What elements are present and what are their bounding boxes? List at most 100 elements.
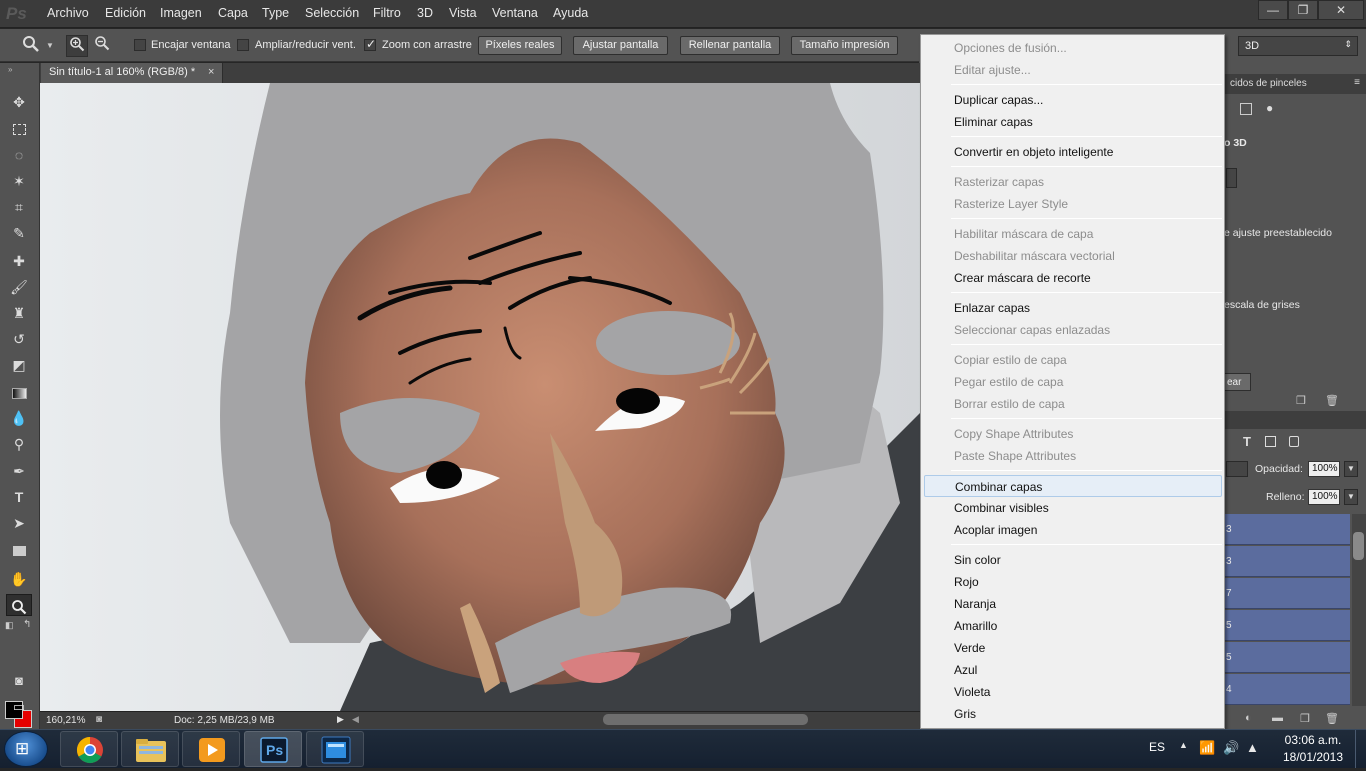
blend-mode-select[interactable] xyxy=(1226,461,1248,477)
preset-dropdown-arrow-icon[interactable]: ▼ xyxy=(46,41,54,50)
eraser-tool-icon[interactable]: ◩ xyxy=(6,354,32,376)
type-filter-icon[interactable]: T xyxy=(1243,434,1251,449)
layers-scrollbar-thumb[interactable] xyxy=(1353,532,1364,560)
menu-imagen[interactable]: Imagen xyxy=(160,6,202,20)
taskbar-app-button[interactable] xyxy=(306,731,364,767)
menu-capa[interactable]: Capa xyxy=(218,6,248,20)
taskbar-explorer-button[interactable] xyxy=(121,731,179,767)
menu-item-rojo[interactable]: Rojo xyxy=(921,571,1224,593)
layer-row[interactable]: 7 xyxy=(1224,578,1350,609)
menu-item-verde[interactable]: Verde xyxy=(921,637,1224,659)
menu-item-acoplar-imagen[interactable]: Acoplar imagen xyxy=(921,519,1224,541)
pixeles-reales-button[interactable]: Píxeles reales xyxy=(478,36,562,55)
taskbar-media-player-button[interactable] xyxy=(182,731,240,767)
collapse-toolbox-icon[interactable]: » xyxy=(8,65,12,74)
quick-mask-icon[interactable]: ◙ xyxy=(6,670,32,692)
magic-wand-tool-icon[interactable]: ✶ xyxy=(6,170,32,192)
menu-item-violeta[interactable]: Violeta xyxy=(921,681,1224,703)
history-brush-tool-icon[interactable]: ↺ xyxy=(6,328,32,350)
menu-item-eliminar-capas[interactable]: Eliminar capas xyxy=(921,111,1224,133)
menu-edicion[interactable]: Edición xyxy=(105,6,146,20)
lasso-tool-icon[interactable]: ◌ xyxy=(6,144,32,166)
zoom-tool-preset-icon[interactable] xyxy=(20,35,42,57)
status-menu-arrow-icon[interactable]: ▶ xyxy=(337,714,344,725)
rectangle-tool-icon[interactable] xyxy=(6,539,32,561)
menu-item-azul[interactable]: Azul xyxy=(921,659,1224,681)
zoom-tool-icon[interactable] xyxy=(6,594,32,616)
hand-tool-icon[interactable]: ✋ xyxy=(6,568,32,590)
layer-row[interactable]: 4 xyxy=(1224,674,1350,705)
menu-item-amarillo[interactable]: Amarillo xyxy=(921,615,1224,637)
adjustment-layer-icon[interactable]: ◐ xyxy=(1245,712,1252,724)
new-layer-icon[interactable]: ❒ xyxy=(1300,712,1310,725)
close-button[interactable]: ✕ xyxy=(1318,0,1364,20)
fill-dropdown-icon[interactable]: ▼ xyxy=(1344,489,1358,505)
marquee-tool-icon[interactable] xyxy=(6,117,32,139)
menu-archivo[interactable]: Archivo xyxy=(47,6,89,20)
horizontal-scrollbar-thumb[interactable] xyxy=(603,714,808,725)
network-icon[interactable]: 📶 xyxy=(1199,740,1215,756)
menu-item-combinar-capas[interactable]: Combinar capas xyxy=(924,475,1222,497)
smart-object-filter-icon[interactable] xyxy=(1289,436,1299,447)
menu-item-crear-mascara-recorte[interactable]: Crear máscara de recorte xyxy=(921,267,1224,289)
menu-item-naranja[interactable]: Naranja xyxy=(921,593,1224,615)
folder-icon[interactable]: ▬ xyxy=(1272,712,1283,724)
menu-item-duplicar-capas[interactable]: Duplicar capas... xyxy=(921,89,1224,111)
show-hidden-icons-icon[interactable]: ▲ xyxy=(1179,740,1188,750)
layer-row[interactable]: 5 xyxy=(1224,610,1350,641)
minimize-button[interactable]: — xyxy=(1258,0,1288,20)
menu-item-convertir-objeto-inteligente[interactable]: Convertir en objeto inteligente xyxy=(921,141,1224,163)
taskbar-chrome-button[interactable] xyxy=(60,731,118,767)
zoom-level[interactable]: 160,21% xyxy=(46,715,85,726)
pen-tool-icon[interactable]: ✒ xyxy=(6,460,32,482)
gradient-tool-icon[interactable] xyxy=(6,381,32,403)
workspace-select[interactable]: 3D ⇕ xyxy=(1238,36,1358,56)
taskbar-photoshop-button[interactable]: Ps xyxy=(244,731,302,767)
status-info-icon[interactable]: ◙ xyxy=(96,714,102,725)
encajar-ventana-checkbox[interactable] xyxy=(134,39,146,51)
menu-item-enlazar-capas[interactable]: Enlazar capas xyxy=(921,297,1224,319)
trash-icon[interactable]: 🗑 xyxy=(1325,394,1339,407)
panel-create-button[interactable]: ear xyxy=(1224,373,1251,391)
menu-ventana[interactable]: Ventana xyxy=(492,6,538,20)
menu-vista[interactable]: Vista xyxy=(449,6,477,20)
shape-filter-icon[interactable] xyxy=(1265,436,1276,447)
tamano-impresion-button[interactable]: Tamaño impresión xyxy=(791,36,898,55)
panel-header-brushes[interactable]: cidos de pinceles ≡ xyxy=(1224,74,1366,94)
language-indicator[interactable]: ES xyxy=(1149,740,1165,754)
opacity-dropdown-icon[interactable]: ▼ xyxy=(1344,461,1358,477)
healing-brush-tool-icon[interactable]: ✚ xyxy=(6,250,32,272)
clock-time[interactable]: 03:06 a.m. xyxy=(1280,733,1346,747)
zoom-arrastre-checkbox[interactable] xyxy=(364,37,376,51)
rellenar-pantalla-button[interactable]: Rellenar pantalla xyxy=(680,36,780,55)
path-selection-tool-icon[interactable]: ➤ xyxy=(6,512,32,534)
panel-stepper[interactable] xyxy=(1226,168,1237,188)
panel-menu-icon[interactable]: ≡ xyxy=(1354,77,1360,88)
menu-item-combinar-visibles[interactable]: Combinar visibles xyxy=(921,497,1224,519)
trash-icon[interactable]: 🗑 xyxy=(1325,712,1339,725)
menu-type[interactable]: Type xyxy=(262,6,289,20)
type-tool-icon[interactable]: T xyxy=(6,486,32,508)
opacity-input[interactable]: 100% xyxy=(1308,461,1340,477)
layer-row[interactable]: 3 xyxy=(1224,514,1350,545)
blur-tool-icon[interactable]: 💧 xyxy=(6,407,32,429)
crop-tool-icon[interactable]: ⌗ xyxy=(6,196,32,218)
swap-colors-icon[interactable]: ↰ xyxy=(23,619,31,630)
tab-close-icon[interactable]: × xyxy=(208,66,214,78)
menu-item-gris[interactable]: Gris xyxy=(921,703,1224,725)
eyedropper-tool-icon[interactable]: ✎ xyxy=(6,222,32,244)
menu-seleccion[interactable]: Selección xyxy=(305,6,359,20)
menu-3d[interactable]: 3D xyxy=(417,6,433,20)
zoom-in-icon[interactable] xyxy=(66,35,88,57)
new-layer-icon[interactable]: ❒ xyxy=(1296,394,1306,407)
show-desktop-button[interactable] xyxy=(1355,730,1366,768)
default-colors-icon[interactable]: ◧ xyxy=(5,620,14,631)
document-canvas[interactable] xyxy=(40,83,920,711)
ajustar-pantalla-button[interactable]: Ajustar pantalla xyxy=(573,36,668,55)
ampliar-reducir-checkbox[interactable] xyxy=(237,39,249,51)
screen-mode-icon[interactable]: ▭ xyxy=(6,696,32,718)
move-tool-icon[interactable]: ✥ xyxy=(6,91,32,113)
menu-item-sin-color[interactable]: Sin color xyxy=(921,549,1224,571)
document-tab[interactable]: Sin título-1 al 160% (RGB/8) * xyxy=(41,63,223,83)
fill-input[interactable]: 100% xyxy=(1308,489,1340,505)
